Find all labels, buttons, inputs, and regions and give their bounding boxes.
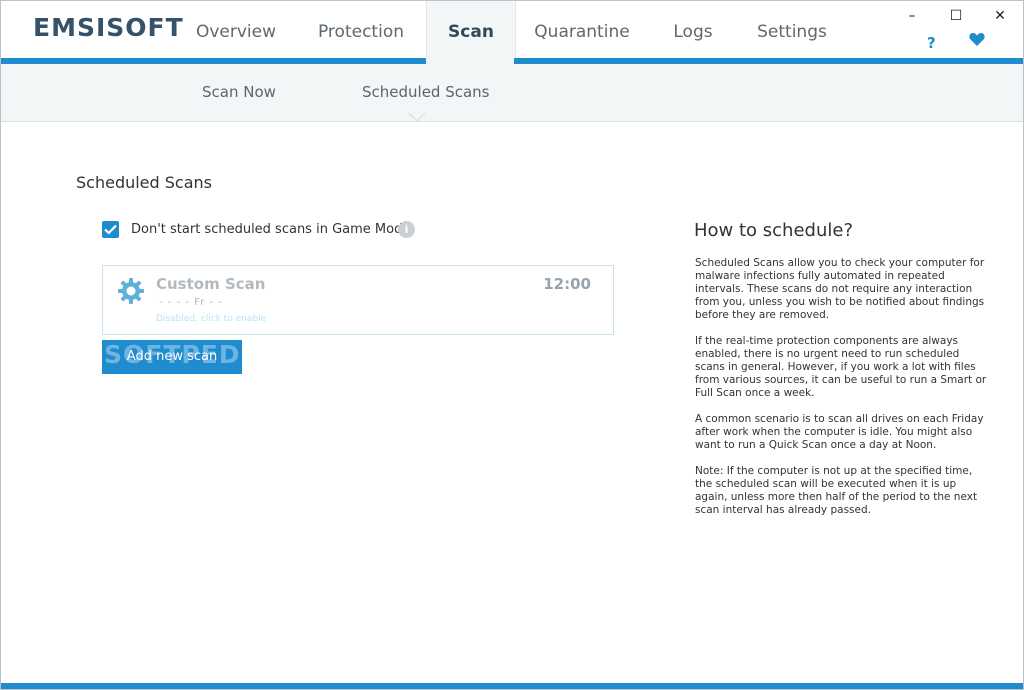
scan-time: 12:00 [543,275,591,293]
howto-paragraph: Note: If the computer is not up at the s… [695,465,978,516]
nav-settings[interactable]: Settings [746,1,838,60]
nav-quarantine[interactable]: Quarantine [526,1,638,60]
scheduled-scan-card[interactable]: Custom Scan 12:00 - - - - Fr - - Disable… [102,265,614,335]
gear-icon [117,277,145,305]
maximize-button[interactable]: ☐ [944,5,968,27]
nav-protection[interactable]: Protection [301,1,421,60]
howto-paragraph: Scheduled Scans allow you to check your … [695,257,985,321]
help-icon[interactable]: ? [927,34,936,52]
scan-days: - - - - Fr - - [159,297,223,308]
close-button[interactable]: ✕ [988,5,1012,27]
nav-logs[interactable]: Logs [656,1,730,60]
scan-status[interactable]: Disabled, click to enable [156,314,266,324]
emsisoft-logo: EMSISOFT [33,13,184,42]
sub-nav: Scan Now Scheduled Scans [1,64,1023,122]
howto-paragraph: If the real-time protection components a… [695,335,987,399]
app-window: EMSISOFT Overview Protection Scan Quaran… [0,0,1024,690]
howto-paragraph: A common scenario is to scan all drives … [695,413,984,451]
bottom-accent-bar [1,683,1023,689]
info-icon[interactable]: i [398,221,415,238]
game-mode-checkbox[interactable] [102,221,119,238]
scan-name: Custom Scan [156,275,266,293]
howto-title: How to schedule? [694,220,854,241]
heart-icon[interactable] [969,32,987,50]
nav-scan[interactable]: Scan [426,1,516,60]
game-mode-label: Don't start scheduled scans in Game Mode [131,222,411,237]
howto-body: Scheduled Scans allow you to check your … [695,257,987,530]
nav-overview[interactable]: Overview [181,1,291,60]
header: EMSISOFT Overview Protection Scan Quaran… [1,1,1023,60]
minimize-button[interactable]: – [900,5,924,27]
add-new-scan-button[interactable]: Add new scan [102,340,242,374]
active-subnav-pointer-fill [409,112,425,120]
page-title: Scheduled Scans [76,173,212,192]
subnav-scan-now[interactable]: Scan Now [202,64,276,121]
